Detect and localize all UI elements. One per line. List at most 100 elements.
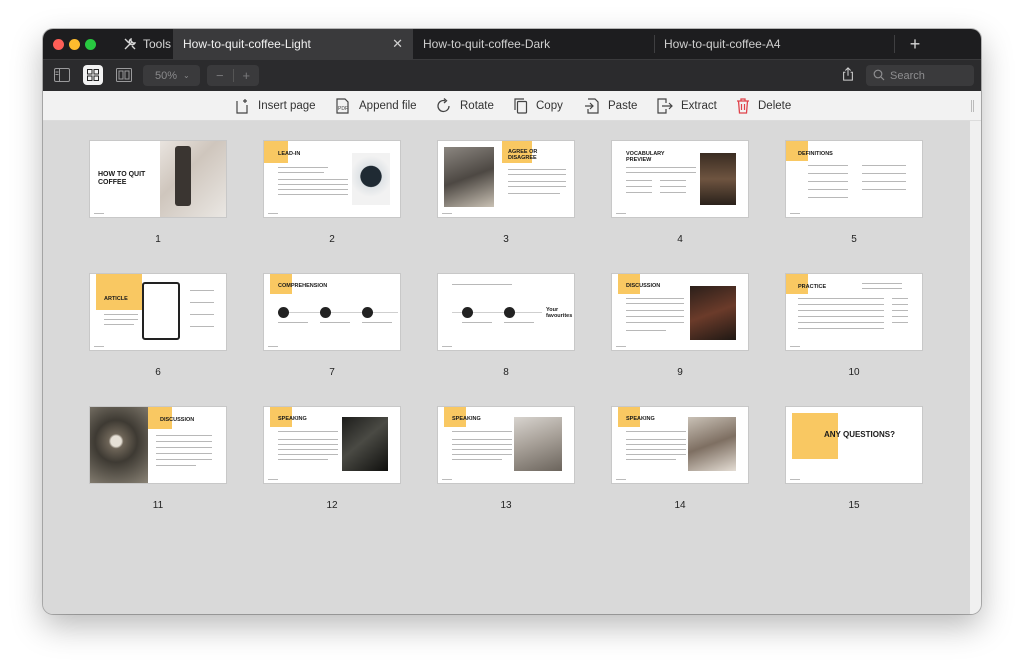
delete-button[interactable]: Delete	[736, 91, 791, 121]
text-line	[452, 444, 512, 446]
text-line	[862, 189, 906, 191]
text-line	[504, 322, 534, 324]
slide-title: ANY QUESTIONS?	[824, 430, 895, 439]
page-thumbnail-1[interactable]: HOW TO QUIT COFFEE	[90, 141, 226, 217]
grid-view-button[interactable]	[83, 65, 103, 85]
accent-block	[96, 274, 142, 310]
tab-how-to-quit-coffee-light[interactable]: How-to-quit-coffee-Light ✕	[173, 29, 413, 59]
slide-footer	[442, 213, 452, 214]
timeline-dot	[320, 307, 331, 318]
page-thumbnail-14[interactable]: SPEAKING	[612, 407, 748, 483]
rotate-button[interactable]: Rotate	[436, 91, 494, 121]
append-file-button[interactable]: PDF Append file	[335, 91, 417, 121]
page-thumbnail-3[interactable]: AGREE OR DISAGREE	[438, 141, 574, 217]
slide-footer	[790, 346, 800, 347]
text-line	[278, 454, 338, 456]
share-icon[interactable]	[840, 67, 856, 81]
text-line	[626, 330, 666, 332]
slide-title: DEFINITIONS	[798, 151, 833, 157]
slide-footer	[442, 346, 452, 347]
page-layout-icon[interactable]	[116, 68, 132, 82]
text-line	[862, 165, 906, 167]
text-line	[156, 441, 212, 443]
slide-title: PRACTICE	[798, 284, 827, 290]
text-line	[626, 454, 686, 456]
page-number: 11	[152, 500, 164, 511]
text-line	[626, 322, 684, 324]
page-thumbnail-11[interactable]: DISCUSSION	[90, 407, 226, 483]
text-line	[452, 431, 512, 433]
slide-title: DISCUSSION	[160, 417, 195, 423]
minimize-window-button[interactable]	[69, 39, 80, 50]
search-input[interactable]: Search	[866, 65, 974, 86]
text-line	[862, 283, 902, 285]
text-line	[278, 167, 328, 169]
page-number: 2	[329, 234, 335, 245]
search-icon	[873, 69, 885, 81]
insert-page-button[interactable]: Insert page	[236, 91, 316, 121]
zoom-select[interactable]: 50% ⌄	[143, 65, 200, 86]
sidebar-icon[interactable]	[54, 68, 70, 82]
page-number: 14	[674, 500, 686, 511]
text-line	[808, 173, 848, 175]
page-thumbnail-8[interactable]: Your favourites	[438, 274, 574, 350]
zoom-window-button[interactable]	[85, 39, 96, 50]
close-window-button[interactable]	[53, 39, 64, 50]
paste-button[interactable]: Paste	[584, 91, 637, 121]
tab-how-to-quit-coffee-a4[interactable]: How-to-quit-coffee-A4	[654, 29, 894, 59]
text-line	[660, 180, 686, 182]
text-line	[104, 324, 134, 326]
page-thumbnail-6[interactable]: ARTICLE	[90, 274, 226, 350]
text-line	[626, 431, 686, 433]
tab-bar: Tools How-to-quit-coffee-Light ✕ How-to-…	[43, 29, 981, 59]
page-thumbnail-2[interactable]: LEAD-IN	[264, 141, 400, 217]
text-line	[660, 192, 686, 194]
slide-title: SPEAKING	[452, 416, 481, 422]
page-thumbnail-9[interactable]: DISCUSSION	[612, 274, 748, 350]
copy-label: Copy	[536, 100, 563, 112]
page-thumbnail-10[interactable]: PRACTICE	[786, 274, 922, 350]
slide-title: HOW TO QUIT COFFEE	[98, 171, 146, 186]
tab-how-to-quit-coffee-dark[interactable]: How-to-quit-coffee-Dark	[413, 29, 654, 59]
slide-title: ARTICLE	[104, 296, 128, 302]
toolbar-grip[interactable]	[971, 100, 974, 112]
text-line	[156, 435, 212, 437]
page-thumbnail-13[interactable]: SPEAKING	[438, 407, 574, 483]
slide-photo	[342, 417, 388, 471]
text-line	[626, 298, 684, 300]
page-thumbnail-12[interactable]: SPEAKING	[264, 407, 400, 483]
text-line	[452, 284, 512, 286]
text-line	[362, 322, 392, 324]
text-line	[452, 439, 512, 441]
copy-button[interactable]: Copy	[514, 91, 563, 121]
page-number: 5	[851, 234, 857, 245]
zoom-value: 50%	[155, 69, 178, 82]
chevron-down-icon: ⌄	[183, 71, 190, 80]
text-line	[278, 444, 338, 446]
page-thumbnail-4[interactable]: VOCABULARY PREVIEW	[612, 141, 748, 217]
zoom-out-button[interactable]: −	[207, 65, 233, 86]
page-thumbnail-7[interactable]: COMPREHENSION	[264, 274, 400, 350]
app-window: Tools How-to-quit-coffee-Light ✕ How-to-…	[43, 29, 981, 614]
append-file-icon: PDF	[336, 98, 349, 114]
text-line	[156, 447, 212, 449]
timeline-line	[278, 312, 398, 314]
slide-footer	[268, 479, 278, 480]
close-icon[interactable]: ✕	[392, 37, 403, 51]
vertical-scrollbar[interactable]	[970, 121, 981, 614]
plus-icon[interactable]: +	[900, 29, 930, 59]
page-thumbnail-5[interactable]: DEFINITIONS	[786, 141, 922, 217]
page-thumbnail-15[interactable]: ANY QUESTIONS?	[786, 407, 922, 483]
tools-button[interactable]: Tools	[123, 29, 171, 59]
extract-button[interactable]: Extract	[656, 91, 717, 121]
text-line	[892, 298, 908, 300]
zoom-stepper[interactable]: − +	[207, 65, 259, 86]
copy-icon	[514, 98, 528, 114]
slide-footer	[790, 479, 800, 480]
slide-footer	[616, 213, 626, 214]
text-line	[798, 304, 884, 306]
timeline-dot	[278, 307, 289, 318]
zoom-in-button[interactable]: +	[234, 65, 260, 86]
text-line	[798, 310, 884, 312]
text-line	[808, 197, 848, 199]
